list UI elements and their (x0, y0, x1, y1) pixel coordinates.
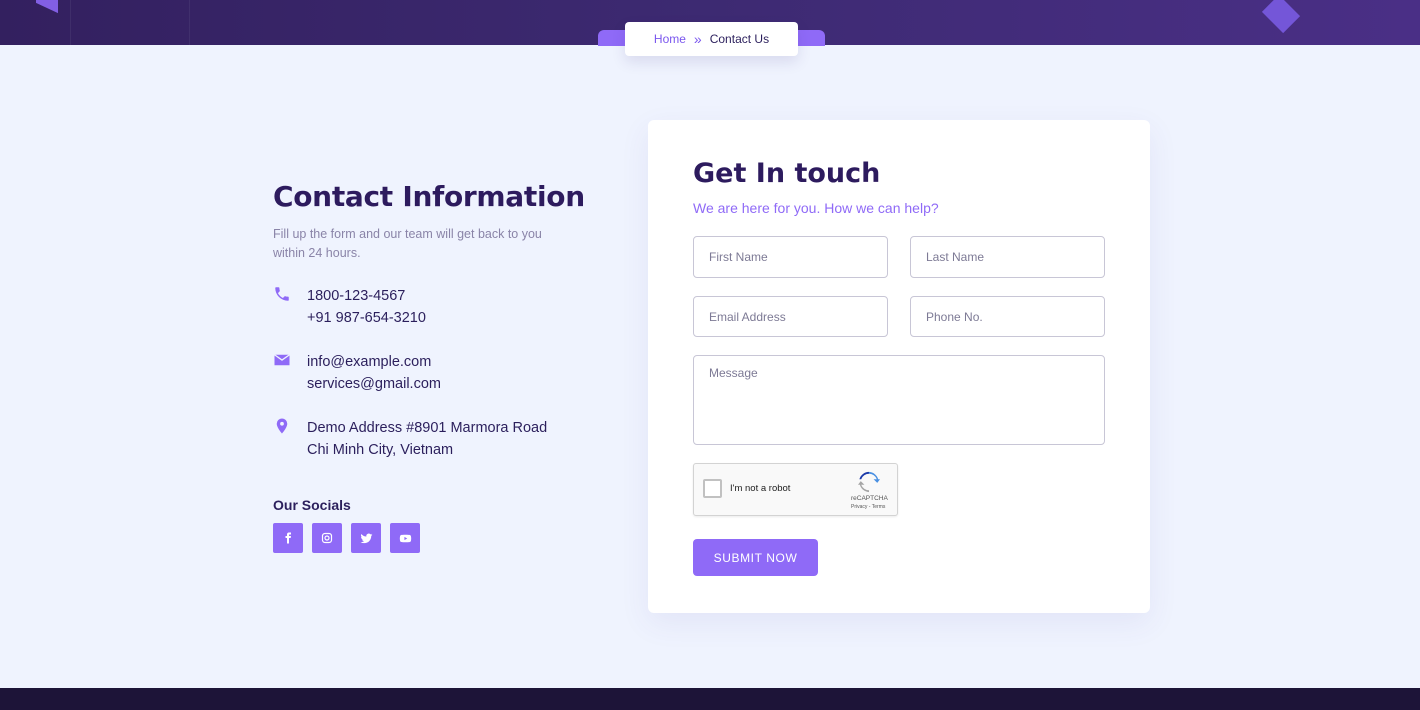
decorative-pattern (70, 0, 190, 45)
twitter-button[interactable] (351, 523, 381, 553)
twitter-icon (360, 533, 372, 543)
footer-strip (0, 688, 1420, 710)
address-line-2: Chi Minh City, Vietnam (307, 442, 454, 458)
first-name-input[interactable] (693, 236, 888, 278)
youtube-icon (399, 534, 411, 542)
address-line-1: Demo Address #8901 Marmora Road (307, 420, 548, 436)
recaptcha-checkbox[interactable] (703, 479, 722, 498)
address-info: Demo Address #8901 Marmora Road Chi Minh… (273, 417, 547, 461)
form-title: Get In touch (693, 158, 881, 189)
socials-title: Our Socials (273, 497, 351, 513)
youtube-button[interactable] (390, 523, 420, 553)
contact-information-section: Contact Information Fill up the form and… (273, 180, 593, 553)
decorative-cube-left (36, 0, 58, 14)
recaptcha-terms-link[interactable]: Privacy - Terms (851, 504, 885, 510)
phone-input[interactable] (910, 296, 1105, 337)
email-info: info@example.com services@gmail.com (273, 351, 441, 395)
phone-number-primary[interactable]: 1800-123-4567 (307, 285, 426, 307)
facebook-button[interactable] (273, 523, 303, 553)
envelope-icon (274, 354, 290, 366)
email-secondary[interactable]: services@gmail.com (307, 373, 441, 395)
recaptcha-label: I'm not a robot (730, 483, 791, 494)
email-input[interactable] (693, 296, 888, 337)
recaptcha-logo-icon (858, 471, 880, 493)
message-textarea[interactable] (693, 355, 1105, 445)
contact-form-card: Get In touch We are here for you. How we… (648, 120, 1150, 613)
facebook-icon (285, 532, 291, 544)
map-pin-icon (276, 418, 288, 434)
breadcrumb: Home » Contact Us (625, 22, 798, 56)
instagram-button[interactable] (312, 523, 342, 553)
social-links (273, 523, 420, 553)
phone-icon (275, 287, 289, 301)
email-primary[interactable]: info@example.com (307, 351, 441, 373)
last-name-input[interactable] (910, 236, 1105, 278)
contact-information-description: Fill up the form and our team will get b… (273, 227, 542, 260)
chevron-double-right-icon: » (693, 31, 702, 47)
form-subtitle: We are here for you. How we can help? (693, 200, 939, 216)
decorative-cube-right (1261, 0, 1301, 34)
recaptcha-widget: I'm not a robot reCAPTCHA Privacy - Term… (693, 463, 898, 516)
breadcrumb-current: Contact Us (709, 32, 770, 46)
phone-number-secondary[interactable]: +91 987-654-3210 (307, 307, 426, 329)
phone-info: 1800-123-4567 +91 987-654-3210 (273, 285, 426, 329)
recaptcha-brand: reCAPTCHA (851, 495, 888, 502)
instagram-icon (321, 532, 333, 544)
submit-button[interactable]: SUBMIT NOW (693, 539, 818, 576)
breadcrumb-home-link[interactable]: Home (654, 32, 686, 46)
contact-information-title: Contact Information (273, 180, 585, 213)
